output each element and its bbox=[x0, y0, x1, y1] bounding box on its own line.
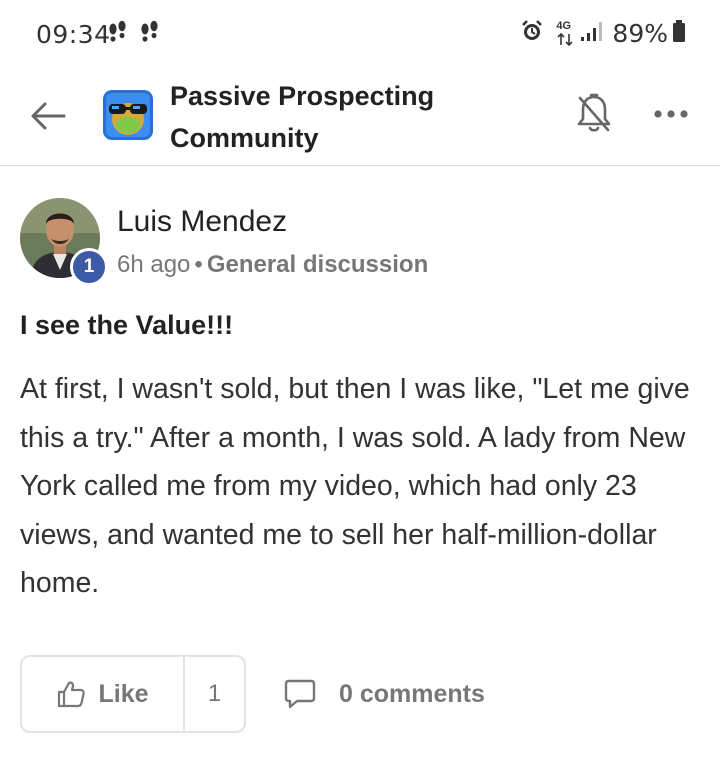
battery-percent: 89% bbox=[612, 18, 668, 48]
like-group: Like 1 bbox=[20, 655, 246, 733]
footprints-icon bbox=[140, 20, 160, 51]
author-name[interactable]: Luis Mendez bbox=[117, 205, 287, 239]
group-header: Passive Prospecting Community bbox=[0, 66, 720, 166]
status-indicators: 4G 89% bbox=[520, 18, 686, 48]
post-time: 6h ago bbox=[117, 251, 191, 278]
like-button[interactable]: Like bbox=[22, 657, 185, 731]
post-title: I see the Value!!! bbox=[20, 310, 234, 340]
network-type-label: 4G bbox=[556, 20, 572, 32]
alarm-icon bbox=[520, 19, 544, 48]
meta-separator: • bbox=[194, 251, 203, 278]
thumbs-up-icon bbox=[58, 681, 86, 708]
comment-bubble-icon bbox=[284, 679, 316, 709]
like-count[interactable]: 1 bbox=[185, 657, 244, 731]
post-category[interactable]: General discussion bbox=[207, 251, 428, 278]
comments-button[interactable]: 0 comments bbox=[283, 672, 485, 716]
notifications-off-button[interactable] bbox=[574, 92, 614, 136]
more-horizontal-icon bbox=[654, 110, 688, 118]
bell-off-icon bbox=[577, 93, 611, 132]
comments-label: 0 comments bbox=[339, 679, 485, 708]
battery-icon bbox=[672, 19, 686, 48]
network-type-icon: 4G bbox=[556, 19, 574, 47]
post-body: At first, I wasn't sold, but then I was … bbox=[20, 373, 690, 599]
arrow-left-icon bbox=[31, 102, 66, 130]
group-logo-icon bbox=[103, 90, 153, 140]
back-button[interactable] bbox=[28, 98, 68, 134]
more-options-button[interactable] bbox=[652, 104, 692, 124]
group-avatar[interactable] bbox=[103, 90, 153, 140]
status-time: 09:34 bbox=[36, 20, 111, 49]
group-title: Passive Prospecting Community bbox=[170, 81, 435, 153]
member-level-badge: 1 bbox=[70, 248, 108, 286]
signal-icon bbox=[580, 20, 606, 47]
status-bar: 09:34 4G 89% bbox=[0, 0, 720, 66]
like-label: Like bbox=[98, 679, 149, 708]
footprints-icon bbox=[108, 20, 128, 51]
post-meta: 6h ago • General discussion bbox=[117, 251, 428, 279]
